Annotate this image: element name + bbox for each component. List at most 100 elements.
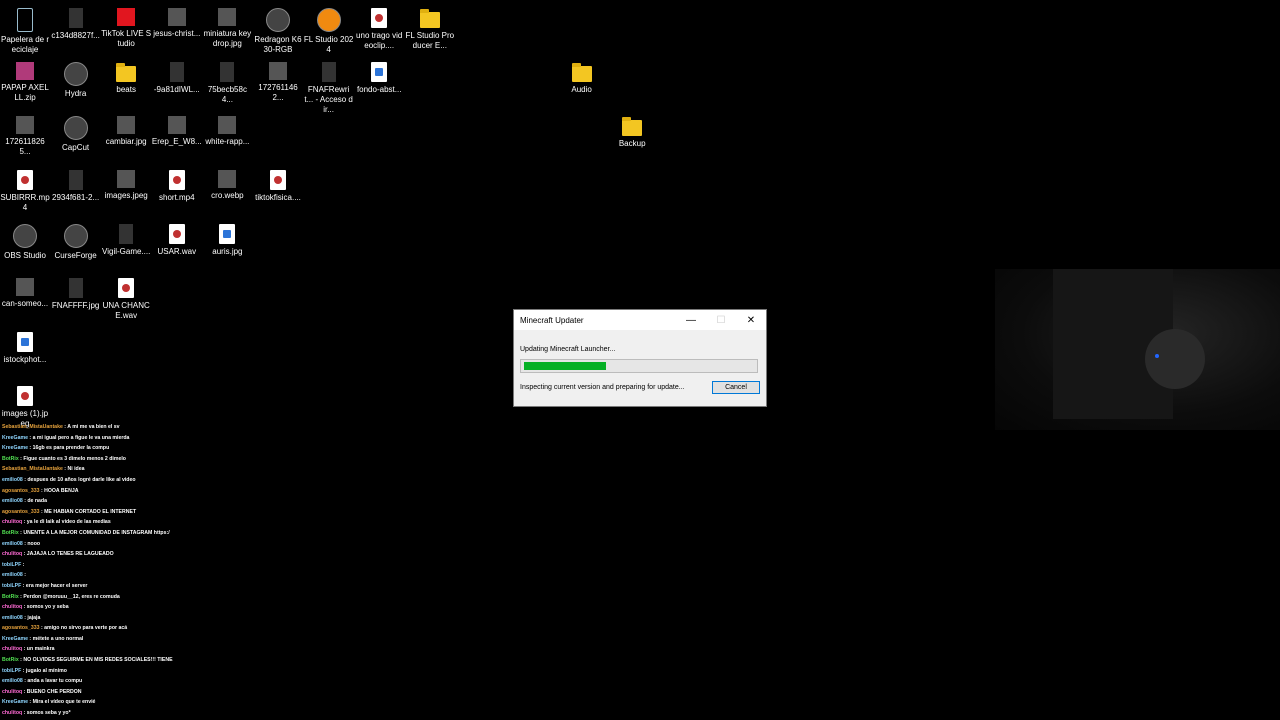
- desktop-icon[interactable]: short.mp4: [152, 166, 202, 203]
- desktop-icon[interactable]: c134d8827f...: [51, 4, 101, 41]
- desktop-icon[interactable]: USAR.wav: [152, 220, 202, 257]
- chat-text: : nooo: [24, 540, 41, 547]
- desktop-icon[interactable]: beats: [101, 58, 151, 95]
- media-file-icon: [371, 8, 388, 28]
- chat-username: emilio08: [2, 476, 23, 483]
- chat-text: : Perdon @moruuu__12, eres re comuda: [20, 593, 120, 600]
- image-thumbnail-icon: [321, 62, 336, 82]
- desktop-icon[interactable]: can-someo...: [0, 274, 50, 309]
- image-thumbnail-icon: [119, 224, 134, 244]
- desktop-icon[interactable]: jesus-christ...: [152, 4, 202, 39]
- chat-text: : de nada: [24, 498, 47, 505]
- chat-message: Sebastian_MistaUantake : Ni idea: [2, 464, 232, 475]
- progress-fill: [524, 362, 606, 370]
- desktop-icon[interactable]: cro.webp: [202, 166, 252, 201]
- chat-message: Sebastian_MistaUantake : A mi me va bien…: [2, 422, 232, 433]
- chat-text: : A mi me va bien el sv: [64, 424, 120, 430]
- desktop-icon[interactable]: fondo-abst...: [354, 58, 404, 95]
- chat-text: : BUENO CHE PERDON: [23, 688, 82, 695]
- desktop-icon-label: miniatura keydrop.jpg: [203, 29, 252, 48]
- chat-username: BotRix: [2, 593, 19, 600]
- minimize-button[interactable]: —: [676, 310, 706, 330]
- chat-message: emilio08 :: [2, 570, 232, 581]
- desktop-icon[interactable]: Papelera de reciclaje: [0, 4, 50, 55]
- desktop-icon[interactable]: -9a81dIWL...: [152, 58, 202, 95]
- fl-studio-icon: [316, 8, 341, 32]
- desktop-icon[interactable]: 1727611462...: [253, 58, 303, 103]
- desktop-icon-label: UNA CHANCE.wav: [102, 301, 150, 320]
- desktop-icon[interactable]: 1726118265...: [0, 112, 50, 157]
- desktop-icon[interactable]: Audio: [557, 58, 607, 95]
- chat-message: chulitoq : ya le di laik al video de las…: [2, 517, 232, 528]
- chat-username: BotRix: [2, 657, 19, 664]
- chat-message: KreeGame : Mira el vídeo que te envié: [2, 697, 232, 708]
- desktop-icon[interactable]: FNAFRewrit... - Acceso dir...: [304, 58, 354, 115]
- desktop-icon[interactable]: FL Studio Producer E...: [405, 4, 455, 51]
- desktop-icon[interactable]: Backup: [607, 112, 657, 149]
- chat-username: chulitoq: [2, 551, 23, 558]
- desktop-icon-label: FL Studio Producer E...: [405, 31, 455, 50]
- detail-text: Inspecting current version and preparing…: [520, 384, 685, 391]
- chat-username: emilio08: [2, 678, 23, 685]
- desktop-icon-label: USAR.wav: [157, 247, 197, 256]
- chat-message: BotRix : Perdon @moruuu__12, eres re com…: [2, 592, 232, 603]
- desktop-icon[interactable]: istockphot...: [0, 328, 50, 365]
- image-thumbnail-icon: [269, 62, 287, 80]
- desktop-icon[interactable]: 2934f681-2...: [51, 166, 101, 203]
- stream-chat-overlay: Sebastian_MistaUantake : A mi me va bien…: [2, 422, 232, 719]
- desktop-icon-label: SUBIRRR.mp4: [0, 193, 50, 212]
- dialog-titlebar[interactable]: Minecraft Updater — ☐ ✕: [514, 310, 766, 330]
- desktop-icon[interactable]: white-rapp...: [202, 112, 252, 147]
- desktop-icon[interactable]: auris.jpg: [202, 220, 252, 257]
- webcam-led-light: [1155, 354, 1159, 358]
- desktop-icon-label: -9a81dIWL...: [153, 85, 200, 94]
- desktop-icon[interactable]: OBS Studio: [0, 220, 50, 261]
- cancel-button[interactable]: Cancel: [712, 381, 760, 394]
- desktop-icon[interactable]: miniatura keydrop.jpg: [202, 4, 252, 49]
- image-thumbnail-icon: [68, 8, 83, 28]
- desktop-icon-label: 2934f681-2...: [52, 193, 100, 202]
- image-file-icon: [219, 224, 236, 244]
- chat-username: KreeGame: [2, 445, 28, 452]
- desktop-icon[interactable]: Vigil-Game....: [101, 220, 151, 257]
- folder-icon: [116, 63, 137, 82]
- image-thumbnail-icon: [218, 116, 237, 134]
- chat-message: BotRix : UNENTE A LA MEJOR COMUNIDAD DE …: [2, 528, 232, 539]
- desktop-icon[interactable]: Redragon K630-RGB: [253, 4, 303, 55]
- app-icon: [63, 116, 88, 140]
- desktop-icon-label: white-rapp...: [205, 137, 250, 146]
- chat-text: : jugalo al mínimo: [22, 667, 67, 674]
- desktop-icon[interactable]: 75becb58c4...: [202, 58, 252, 105]
- desktop-icon[interactable]: TikTok LIVE Studio: [101, 4, 151, 49]
- image-file-icon: [17, 332, 33, 352]
- desktop-icon[interactable]: CurseForge: [51, 220, 101, 261]
- desktop-icon[interactable]: UNA CHANCE.wav: [101, 274, 151, 321]
- desktop-icon-label: tiktokfisica....: [255, 193, 301, 202]
- desktop-icon[interactable]: images.jpeg: [101, 166, 151, 201]
- desktop-icon[interactable]: tiktokfisica....: [253, 166, 303, 203]
- desktop-icon[interactable]: cambiar.jpg: [101, 112, 151, 147]
- desktop-icon[interactable]: Erep_E_W8...: [152, 112, 202, 147]
- desktop-icon[interactable]: FNAFFFF.jpg: [51, 274, 101, 311]
- desktop-icon[interactable]: uno trago videoclip....: [354, 4, 404, 51]
- chat-text: : a mi igual pero a figue le va una mier…: [29, 434, 130, 441]
- chat-username: chulitoq: [2, 710, 23, 717]
- app-icon: [63, 62, 88, 86]
- image-thumbnail-icon: [68, 170, 83, 190]
- desktop-icon-label: CapCut: [62, 143, 90, 152]
- chat-message: emilio08 : de nada: [2, 496, 232, 507]
- close-button[interactable]: ✕: [736, 310, 766, 330]
- desktop-icon[interactable]: CapCut: [51, 112, 101, 153]
- image-thumbnail-icon: [218, 170, 237, 188]
- chat-text: : Ni idea: [64, 466, 85, 473]
- chat-username: emilio08: [2, 572, 23, 579]
- chat-message: KreeGame : métete a uno normal: [2, 634, 232, 645]
- desktop-icon[interactable]: Hydra: [51, 58, 101, 99]
- chat-text: : JAJAJA LO TENES RE LAGUEADO: [23, 551, 114, 558]
- chat-message: BotRix : NO OLVIDES SEGUIRME EN MIS REDE…: [2, 655, 232, 666]
- chat-message: tobiLPF :: [2, 560, 232, 571]
- desktop-icon[interactable]: SUBIRRR.mp4: [0, 166, 50, 213]
- chat-username: BotRix: [2, 455, 19, 462]
- desktop-icon[interactable]: PAPAP AXELLL.zip: [0, 58, 50, 103]
- desktop-icon[interactable]: FL Studio 2024: [304, 4, 354, 55]
